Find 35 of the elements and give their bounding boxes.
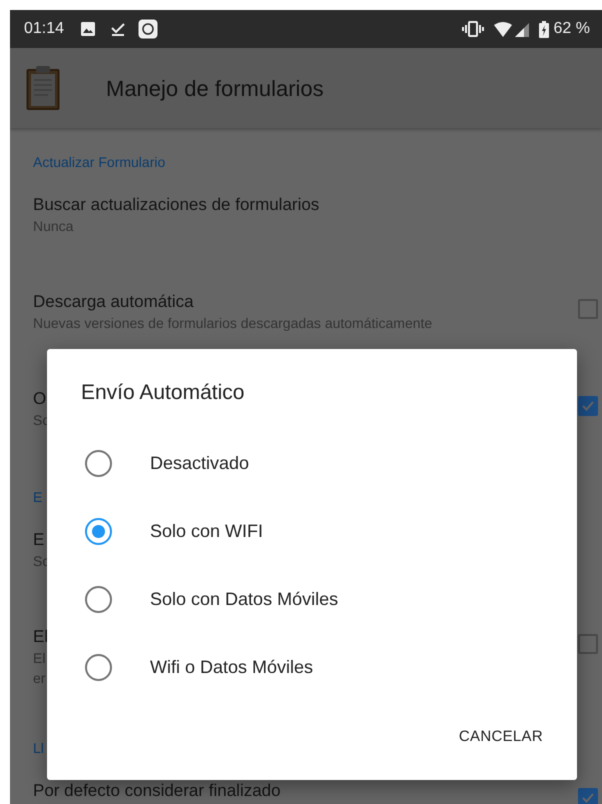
- vibrate-icon: [462, 21, 484, 37]
- section-header: Ll: [33, 739, 44, 758]
- dialog-title: Envío Automático: [81, 380, 246, 406]
- signal-icon: [514, 22, 529, 36]
- setting-title: E: [33, 529, 44, 551]
- cancel-button[interactable]: CANCELAR: [446, 716, 555, 758]
- checkmark-icon: [581, 399, 595, 413]
- setting-title: O: [33, 388, 46, 410]
- checkbox[interactable]: [578, 396, 598, 416]
- image-icon: [80, 21, 96, 37]
- status-time: 01:14: [24, 19, 64, 39]
- battery-level: 62 %: [554, 19, 590, 39]
- radio-button[interactable]: [85, 586, 112, 612]
- app-notification-icon: [138, 19, 158, 39]
- setting-title: Descarga automática: [33, 291, 194, 313]
- checkbox[interactable]: [578, 788, 598, 804]
- option-label[interactable]: Solo con WIFI: [150, 518, 264, 544]
- section-header: E: [33, 488, 42, 507]
- setting-title: Buscar actualizaciones de formularios: [33, 194, 320, 216]
- battery-icon: [538, 20, 549, 38]
- radio-button[interactable]: [85, 518, 112, 544]
- clipboard-icon: [26, 65, 60, 111]
- app-title: Manejo de formularios: [106, 74, 324, 103]
- checkbox[interactable]: [578, 299, 598, 319]
- option-label[interactable]: Solo con Datos Móviles: [150, 586, 338, 612]
- radio-button[interactable]: [85, 450, 112, 476]
- wifi-icon: [494, 22, 512, 36]
- option-label[interactable]: Desactivado: [150, 450, 250, 476]
- option-label[interactable]: Wifi o Datos Móviles: [150, 654, 314, 680]
- radio-button[interactable]: [85, 654, 112, 680]
- section-header: Actualizar Formulario: [33, 153, 166, 172]
- checkmark-icon: [110, 21, 126, 37]
- setting-title: Por defecto considerar finalizado: [33, 780, 281, 802]
- checkmark-icon: [581, 791, 595, 804]
- setting-title: El: [33, 626, 48, 648]
